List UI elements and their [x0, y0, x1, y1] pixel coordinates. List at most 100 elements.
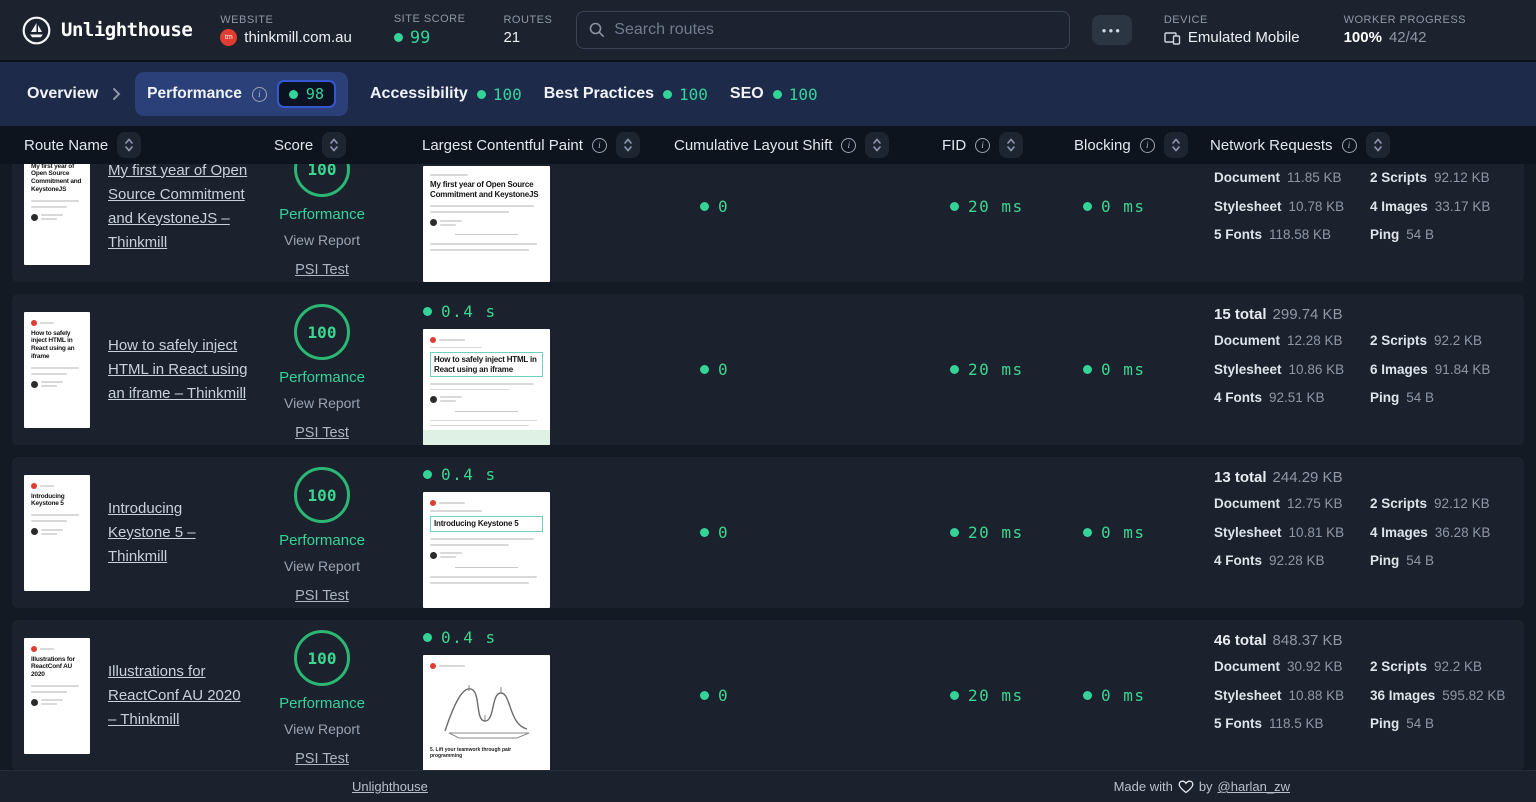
route-link[interactable]: My first year of Open Source Commitment …: [108, 159, 248, 255]
network-item-size: 92.2 KB: [1434, 659, 1482, 674]
thumb-divider: [455, 234, 517, 235]
thumb-title: My first year of Open Source Commitment …: [31, 163, 83, 194]
worker-progress-count: 42/42: [1389, 29, 1427, 46]
info-icon[interactable]: i: [1140, 138, 1155, 153]
info-icon[interactable]: i: [1342, 138, 1357, 153]
score-cell: 100 Performance View Report PSI Test: [248, 294, 396, 445]
search-box[interactable]: [576, 11, 1070, 49]
metric-dot-icon: [1083, 202, 1092, 211]
view-report-link[interactable]: View Report: [284, 558, 360, 574]
column-label: Cumulative Layout Shift: [674, 137, 832, 154]
network-item-size: 118.5 KB: [1269, 716, 1324, 731]
thumb-title: How to safely inject HTML in React using…: [430, 352, 543, 377]
network-item-size: 11.85 KB: [1287, 170, 1342, 185]
performance-info-icon[interactable]: i: [252, 87, 267, 102]
cls-value: 0: [718, 686, 729, 705]
network-item: Document12.75 KB: [1214, 495, 1356, 513]
network-total: 15 total299.74 KB: [1214, 306, 1514, 323]
network-item-size: 595.82 KB: [1442, 688, 1505, 703]
metric-dot-icon: [700, 691, 709, 700]
tab-performance[interactable]: Performance i 98: [135, 72, 348, 116]
metric-dot-icon: [423, 470, 432, 479]
view-report-link[interactable]: View Report: [284, 395, 360, 411]
network-items: Document12.75 KB2 Scripts92.12 KBStylesh…: [1214, 495, 1514, 570]
sort-button[interactable]: [117, 132, 141, 158]
metric-dot-icon: [950, 691, 959, 700]
metric-dot-icon: [1083, 528, 1092, 537]
route-thumbnail: Illustrations for ReactConf AU 2020: [24, 638, 90, 754]
sort-button[interactable]: [865, 132, 889, 158]
network-item-label: 2 Scripts: [1370, 496, 1427, 511]
network-item-label: Document: [1214, 659, 1280, 674]
thinkmill-logo-icon: [430, 663, 436, 669]
thumb-header: [31, 320, 83, 326]
network-item: 4 Images36.28 KB: [1370, 524, 1514, 542]
psi-test-link[interactable]: PSI Test: [295, 751, 349, 767]
network-item-size: 10.81 KB: [1289, 525, 1345, 540]
network-item: 2 Scripts92.2 KB: [1370, 332, 1514, 350]
network-item-label: Document: [1214, 333, 1280, 348]
info-icon[interactable]: i: [975, 138, 990, 153]
psi-test-link[interactable]: PSI Test: [295, 425, 349, 441]
ellipsis-icon: ●●●: [1102, 26, 1123, 35]
footer-unlighthouse-link[interactable]: Unlighthouse: [352, 779, 428, 794]
category-tab-bar: Overview Performance i 98 Accessibility …: [0, 60, 1536, 126]
tab-accessibility[interactable]: Accessibility 100: [370, 85, 522, 104]
author-avatar: [430, 552, 543, 559]
brand[interactable]: Unlighthouse: [22, 16, 192, 45]
sort-button[interactable]: [999, 132, 1023, 158]
column-header-score: Score: [248, 132, 396, 158]
view-report-link[interactable]: View Report: [284, 721, 360, 737]
text-line: [41, 703, 57, 705]
thumb-header: [430, 663, 543, 669]
network-item: Document30.92 KB: [1214, 658, 1356, 676]
network-item-label: Ping: [1370, 227, 1399, 242]
metric-dot-icon: [950, 365, 959, 374]
device-value: Emulated Mobile: [1188, 29, 1300, 46]
route-link[interactable]: Introducing Keystone 5 – Thinkmill: [108, 497, 248, 569]
score-circle: 100: [294, 467, 350, 523]
psi-test-link[interactable]: PSI Test: [295, 262, 349, 278]
thumb-divider: [455, 411, 517, 412]
sort-button[interactable]: [322, 132, 346, 158]
tab-performance-label: Performance: [147, 85, 242, 103]
route-cell: How to safely inject HTML in React using…: [12, 294, 248, 445]
text-line: [31, 206, 67, 208]
network-item: Stylesheet10.88 KB: [1214, 687, 1356, 705]
network-item-label: 5 Fonts: [1214, 227, 1262, 242]
psi-test-link[interactable]: PSI Test: [295, 588, 349, 604]
worker-progress-stat: WORKER PROGRESS 100% 42/42: [1344, 14, 1466, 46]
lcp-value: 0.4 s: [423, 302, 648, 321]
cls-value: 0: [718, 360, 729, 379]
route-link[interactable]: How to safely inject HTML in React using…: [108, 334, 248, 406]
footer-author-link[interactable]: @harlan_zw: [1218, 779, 1290, 794]
network-item-label: 5 Fonts: [1214, 716, 1262, 731]
fid-cell: 20 ms: [916, 457, 1048, 608]
tab-seo[interactable]: SEO 100: [730, 85, 818, 104]
tab-best-practices[interactable]: Best Practices 100: [544, 85, 708, 104]
network-item-label: Document: [1214, 496, 1280, 511]
sort-button[interactable]: [1366, 132, 1390, 158]
search-input[interactable]: [614, 21, 1057, 39]
network-total: 13 total244.29 KB: [1214, 469, 1514, 486]
avatar-icon: [31, 214, 38, 221]
route-link[interactable]: Illustrations for ReactConf AU 2020 – Th…: [108, 660, 248, 732]
info-icon[interactable]: i: [841, 138, 856, 153]
tab-overview[interactable]: Overview: [27, 85, 98, 103]
avatar-icon: [430, 396, 437, 403]
cls-value: 0: [718, 523, 729, 542]
view-report-link[interactable]: View Report: [284, 232, 360, 248]
tab-accessibility-label: Accessibility: [370, 85, 468, 103]
text-line: [440, 552, 462, 554]
thumb-title: My first year of Open Source Commitment …: [430, 180, 543, 199]
worker-progress-label: WORKER PROGRESS: [1344, 14, 1466, 26]
chevron-right-icon: [112, 87, 121, 101]
sort-button[interactable]: [616, 132, 640, 158]
network-item-label: Ping: [1370, 553, 1399, 568]
more-options-button[interactable]: ●●●: [1092, 15, 1132, 45]
cls-cell: 0: [648, 457, 916, 608]
network-items: Document30.92 KB2 Scripts92.2 KBStyleshe…: [1214, 658, 1514, 733]
info-icon[interactable]: i: [592, 138, 607, 153]
score-dot-icon: [289, 90, 298, 99]
text-line: [40, 322, 54, 324]
